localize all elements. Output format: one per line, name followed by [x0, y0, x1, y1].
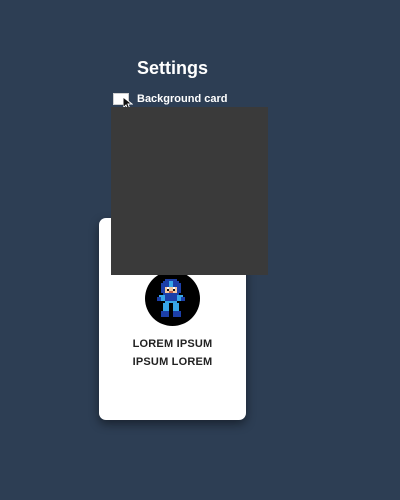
settings-title: Settings	[136, 58, 208, 78]
overlay-card	[111, 107, 268, 275]
background-card-label[interactable]: Background card	[137, 92, 227, 106]
megaman-sprite-icon	[157, 279, 185, 317]
card-line-1: LOREM IPSUM	[132, 338, 213, 350]
background-card-option[interactable]: Background card	[113, 92, 227, 111]
page: Settings Background card LOREM IPSUM IPS…	[0, 0, 400, 500]
avatar	[145, 271, 200, 326]
card-line-2: IPSUM LOREM	[132, 356, 213, 368]
background-card-checkbox[interactable]	[113, 93, 133, 111]
